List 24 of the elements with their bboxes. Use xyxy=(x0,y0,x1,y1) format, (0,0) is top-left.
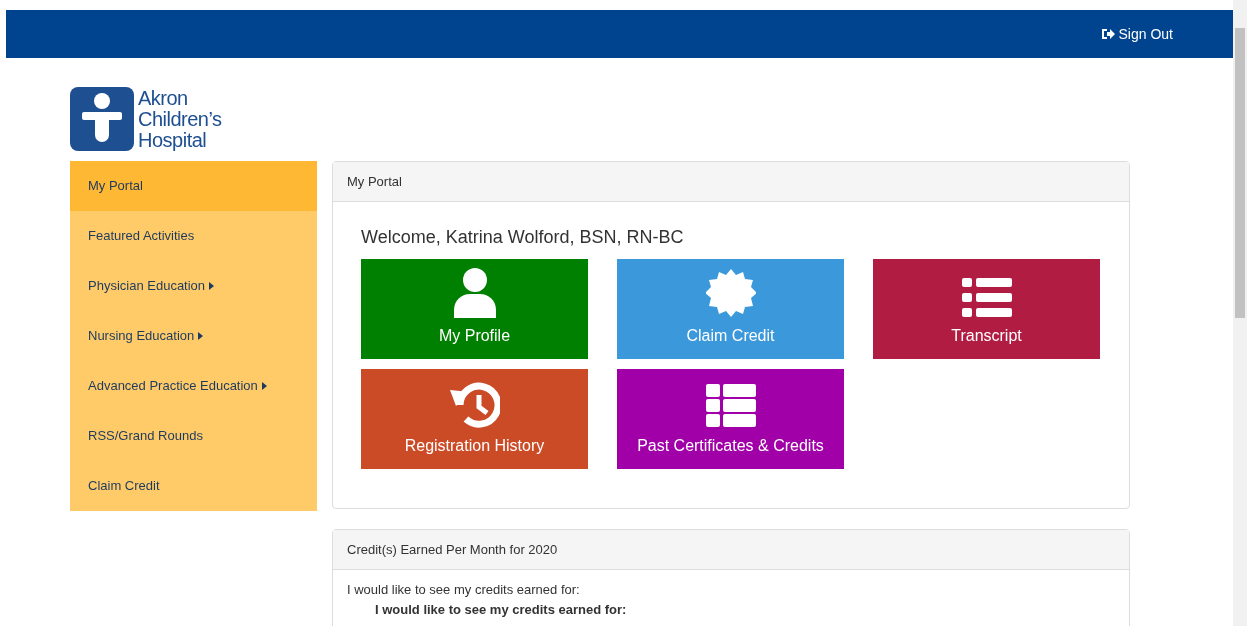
logo-text: Children’s xyxy=(138,108,222,130)
logo-icon xyxy=(70,87,134,151)
tile-button[interactable]: My Profile xyxy=(361,259,588,359)
history-icon xyxy=(449,382,500,428)
subheading-text: I would like to see my credits earned for: xyxy=(375,602,628,617)
sign-out-icon xyxy=(1100,28,1115,40)
person-icon xyxy=(451,268,498,318)
caret-icon xyxy=(198,332,204,340)
badge-icon xyxy=(705,268,756,318)
logo-text: Akron xyxy=(138,87,189,109)
tile-button[interactable]: Registration History xyxy=(361,369,588,469)
caret-icon xyxy=(261,382,267,390)
caret-icon xyxy=(209,282,215,290)
tile-button[interactable]: Transcript xyxy=(873,259,1100,359)
logo-text: Hospital xyxy=(138,129,208,151)
table-icon xyxy=(705,384,756,428)
intro-text: I would like to see my credits earned for: xyxy=(347,582,581,597)
welcome-text: Welcome, Katrina Wolford, BSN, RN-BC xyxy=(361,226,685,249)
sidebar-item[interactable]: My Portal xyxy=(70,161,317,211)
panel-title: My Portal xyxy=(347,172,402,191)
panel-title: Credit(s) Earned Per Month for 2020 xyxy=(347,540,558,559)
tile-button[interactable]: Past Certificates & Credits xyxy=(617,369,844,469)
list-icon xyxy=(961,278,1012,318)
sign-out-link[interactable]: Sign Out xyxy=(1100,23,1173,45)
